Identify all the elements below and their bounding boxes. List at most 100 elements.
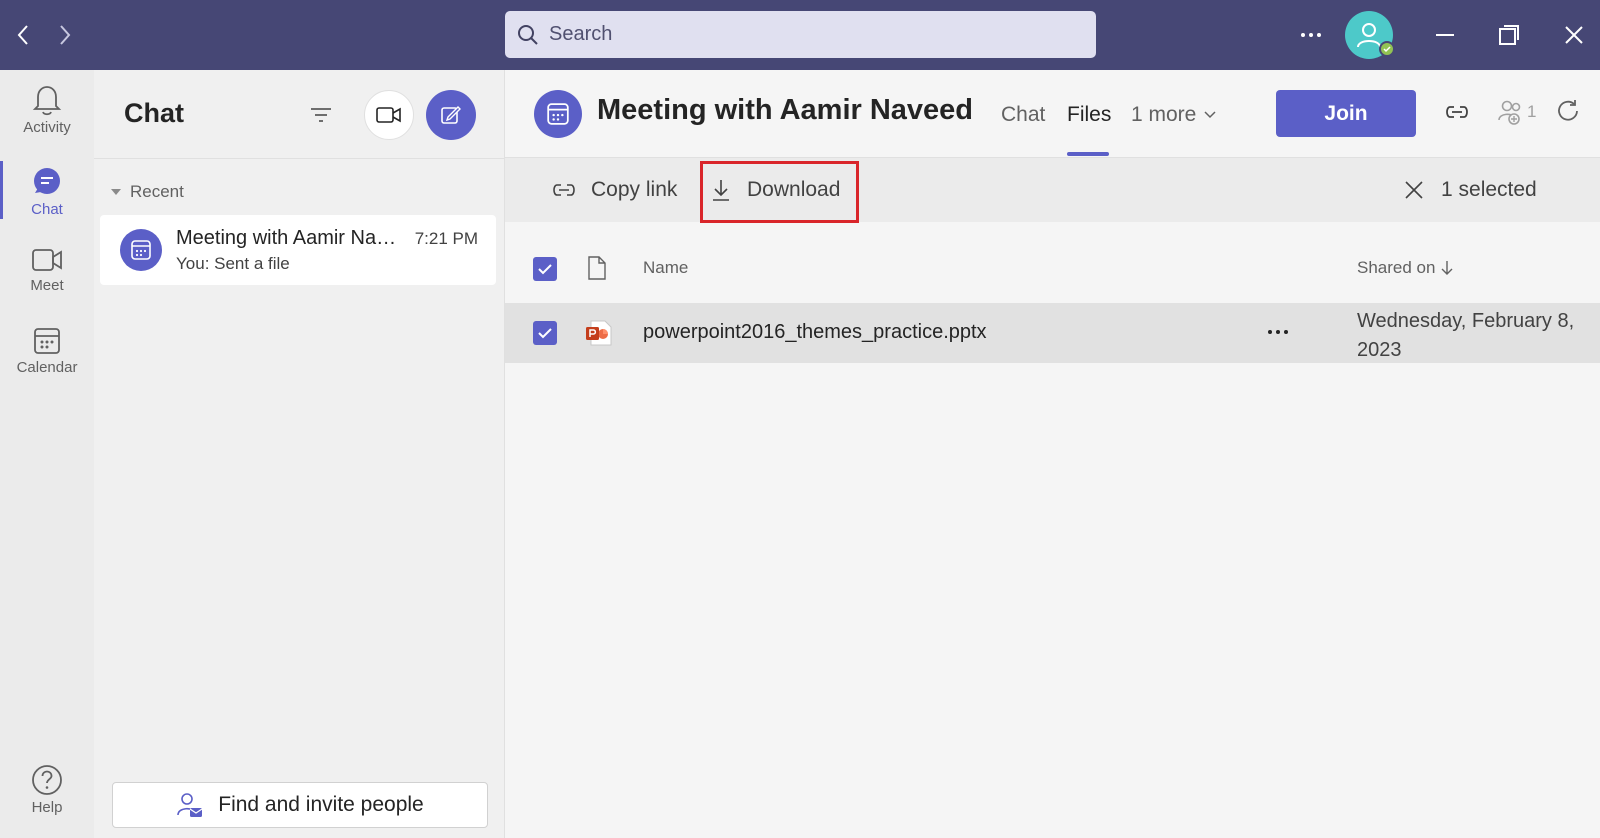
chat-list-item[interactable]: Meeting with Aamir Naveed 7:21 PM You: S… <box>100 215 496 285</box>
rail-item-meet[interactable]: Meet <box>0 246 94 294</box>
chat-icon <box>34 168 60 194</box>
copy-meeting-link-button[interactable] <box>1443 98 1471 126</box>
chat-item-preview: You: Sent a file <box>176 254 290 273</box>
rail-item-label: Meet <box>30 277 64 294</box>
chevron-down-icon <box>1204 111 1216 119</box>
file-type-column-icon <box>587 256 607 285</box>
active-tab-indicator <box>1067 152 1109 156</box>
calendar-icon <box>34 328 60 354</box>
meeting-header: Meeting with Aamir Naveed Chat Files 1 m… <box>505 70 1600 158</box>
download-button[interactable]: Download <box>711 158 840 222</box>
download-label: Download <box>747 178 841 201</box>
file-shared-date: Wednesday, February 8, 2023 <box>1357 310 1575 361</box>
participant-count: 1 <box>1527 102 1537 121</box>
search-box[interactable] <box>505 11 1096 58</box>
recent-section-toggle[interactable]: Recent <box>110 182 184 202</box>
back-button[interactable] <box>8 20 38 50</box>
chevron-right-icon <box>60 25 71 45</box>
rail-item-activity[interactable]: Activity <box>0 84 94 136</box>
link-icon <box>553 184 575 196</box>
link-icon <box>1446 106 1468 118</box>
main-content: Meeting with Aamir Naveed Chat Files 1 m… <box>505 70 1600 838</box>
rail-item-label: Chat <box>31 201 63 218</box>
checkmark-icon <box>538 328 552 339</box>
filter-button[interactable] <box>306 102 336 128</box>
restore-icon <box>1499 25 1519 45</box>
document-icon <box>588 256 606 280</box>
clear-selection-button[interactable]: 1 selected <box>1405 158 1537 222</box>
rail-item-label: Help <box>31 799 63 816</box>
rail-item-label: Activity <box>23 119 71 136</box>
download-icon <box>713 180 729 201</box>
invite-people-icon <box>177 793 203 817</box>
participants-button[interactable]: 1 <box>1497 98 1536 126</box>
divider <box>94 158 505 159</box>
chat-pane-title: Chat <box>124 98 184 128</box>
forward-button[interactable] <box>50 20 80 50</box>
rail-item-help[interactable]: Help <box>0 764 94 816</box>
calendar-icon <box>131 240 151 260</box>
more-options-button[interactable] <box>1296 22 1326 48</box>
shared-on-label: Shared on <box>1357 258 1436 277</box>
command-bar: Copy link Download 1 selected <box>505 158 1600 223</box>
close-icon <box>1405 181 1423 199</box>
page-title: Meeting with Aamir Naveed <box>597 94 974 126</box>
recent-label: Recent <box>130 182 184 201</box>
select-all-checkbox[interactable] <box>533 257 557 281</box>
rail-item-calendar[interactable]: Calendar <box>0 326 94 376</box>
selected-count: 1 selected <box>1441 178 1537 201</box>
files-table-header: Name Shared on <box>505 242 1600 296</box>
column-header-name[interactable]: Name <box>643 258 688 278</box>
help-icon <box>32 765 62 795</box>
find-invite-label: Find and invite people <box>218 793 424 816</box>
search-input[interactable] <box>549 23 1049 46</box>
tab-chat[interactable]: Chat <box>1001 103 1045 127</box>
refresh-button[interactable] <box>1555 98 1581 124</box>
rail-item-label: Calendar <box>16 359 78 376</box>
compose-icon <box>441 106 461 124</box>
checkmark-icon <box>538 264 552 275</box>
minimize-button[interactable] <box>1427 18 1463 52</box>
close-icon <box>1565 26 1583 44</box>
minimize-icon <box>1436 34 1454 36</box>
maximize-button[interactable] <box>1491 18 1527 52</box>
find-invite-people-button[interactable]: Find and invite people <box>112 782 488 828</box>
ellipsis-icon <box>1301 33 1321 37</box>
rail-item-chat[interactable]: Chat <box>0 166 94 218</box>
meeting-avatar <box>120 229 162 271</box>
meeting-avatar <box>534 90 582 138</box>
tab-more-label: 1 more <box>1131 103 1197 126</box>
powerpoint-file-icon <box>585 319 613 352</box>
tab-more[interactable]: 1 more <box>1131 103 1216 127</box>
meet-now-button[interactable] <box>364 90 414 140</box>
chat-item-time: 7:21 PM <box>414 229 478 248</box>
arrow-down-icon <box>1441 261 1453 275</box>
chevron-left-icon <box>17 25 28 45</box>
add-people-icon <box>1498 100 1521 125</box>
join-button[interactable]: Join <box>1276 90 1416 137</box>
profile-avatar[interactable] <box>1345 11 1395 59</box>
file-more-options-button[interactable] <box>1263 319 1293 345</box>
tab-files[interactable]: Files <box>1067 103 1111 127</box>
ellipsis-icon <box>1268 330 1288 334</box>
bell-icon <box>32 86 62 116</box>
copy-link-button[interactable]: Copy link <box>551 158 677 222</box>
video-icon <box>32 249 62 271</box>
title-bar <box>0 0 1600 70</box>
column-header-shared-on[interactable]: Shared on <box>1357 258 1453 278</box>
file-name[interactable]: powerpoint2016_themes_practice.pptx <box>643 321 987 344</box>
chat-list-pane: Chat Recent Meeting with Aamir Naveed 7:… <box>94 70 505 838</box>
copy-link-label: Copy link <box>591 178 678 201</box>
refresh-icon <box>1558 100 1578 121</box>
new-chat-button[interactable] <box>426 90 476 140</box>
caret-down-icon <box>111 189 121 195</box>
file-row[interactable]: powerpoint2016_themes_practice.pptx Wedn… <box>505 303 1600 363</box>
search-icon <box>518 24 538 45</box>
presence-available-icon <box>1379 41 1395 57</box>
close-window-button[interactable] <box>1556 18 1592 52</box>
video-icon <box>376 107 401 123</box>
filter-icon <box>311 108 331 122</box>
calendar-icon <box>547 103 569 125</box>
app-rail: Activity Chat Meet Calendar Help <box>0 70 94 838</box>
row-checkbox[interactable] <box>533 321 557 345</box>
